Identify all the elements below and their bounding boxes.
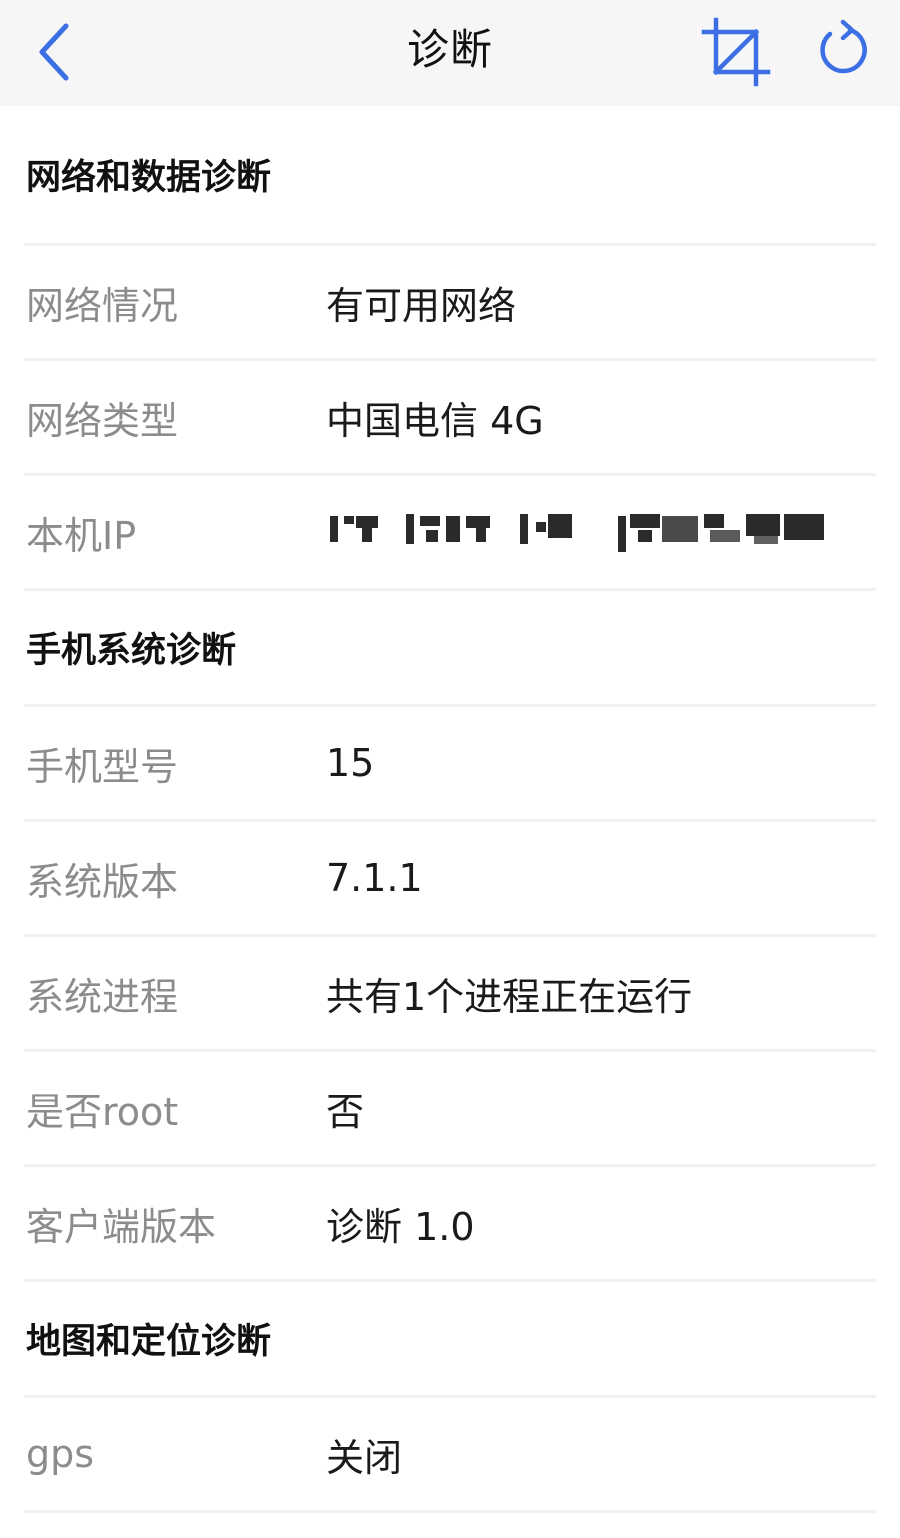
row-value: 中国电信 4G bbox=[326, 398, 544, 443]
section-title-location: 地图和定位诊断 bbox=[24, 1282, 876, 1398]
row-label: 网络类型 bbox=[26, 398, 179, 443]
diagnostics-list: 网络和数据诊断 网络情况 有可用网络 网络类型 中国电信 4G 本机IP 手机系… bbox=[0, 106, 900, 1513]
list-item-gps: gps 关闭 bbox=[24, 1398, 876, 1513]
list-item-processes: 系统进程 共有1个进程正在运行 bbox=[24, 937, 876, 1052]
row-value: 有可用网络 bbox=[326, 283, 517, 328]
row-value: 15 bbox=[326, 741, 375, 785]
list-item-client-version: 客户端版本 诊断 1.0 bbox=[24, 1167, 876, 1282]
list-item-network-status: 网络情况 有可用网络 bbox=[24, 246, 876, 361]
row-label: 网络情况 bbox=[26, 283, 179, 328]
row-label: 系统版本 bbox=[26, 859, 179, 904]
row-value: 7.1.1 bbox=[326, 856, 423, 900]
crop-button[interactable] bbox=[700, 16, 772, 88]
crop-icon bbox=[701, 17, 771, 87]
row-label: 系统进程 bbox=[26, 974, 179, 1019]
row-value: 否 bbox=[326, 1089, 365, 1134]
list-item-phone-model: 手机型号 15 bbox=[24, 707, 876, 822]
section-title-network: 网络和数据诊断 bbox=[24, 106, 876, 246]
top-navigation-bar: 诊断 bbox=[0, 0, 900, 106]
row-label: 客户端版本 bbox=[26, 1204, 217, 1249]
redacted-ip-mosaic bbox=[326, 506, 826, 552]
row-value: 关闭 bbox=[326, 1435, 403, 1480]
row-label: gps bbox=[26, 1432, 95, 1476]
row-label: 本机IP bbox=[26, 513, 137, 558]
row-label: 手机型号 bbox=[26, 744, 179, 789]
row-value-redacted bbox=[326, 506, 826, 559]
list-item-root-status: 是否root 否 bbox=[24, 1052, 876, 1167]
row-label: 是否root bbox=[26, 1089, 179, 1134]
list-item-network-type: 网络类型 中国电信 4G bbox=[24, 361, 876, 476]
row-value: 诊断 1.0 bbox=[326, 1204, 475, 1249]
list-item-os-version: 系统版本 7.1.1 bbox=[24, 822, 876, 937]
refresh-button[interactable] bbox=[812, 18, 878, 84]
refresh-icon bbox=[820, 19, 867, 74]
row-value: 共有1个进程正在运行 bbox=[326, 974, 693, 1019]
list-item-local-ip: 本机IP bbox=[24, 476, 876, 591]
section-title-system: 手机系统诊断 bbox=[24, 591, 876, 707]
